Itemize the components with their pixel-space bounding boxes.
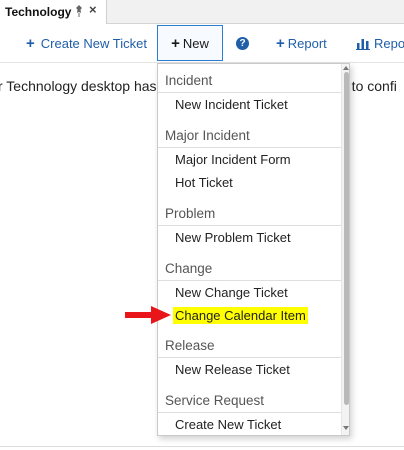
tab-strip: Technology ×	[0, 0, 404, 24]
menu-item-change-calendar-item[interactable]: Change Calendar Item	[173, 307, 308, 324]
menu-scrollbar[interactable]	[341, 64, 349, 435]
add-report-button[interactable]: + Report	[276, 25, 327, 61]
plus-icon: +	[171, 34, 180, 52]
reports-button[interactable]: Repor	[356, 25, 404, 61]
scroll-up-icon[interactable]	[343, 66, 349, 70]
menu-group-header-major-incident: Major Incident	[165, 128, 250, 143]
desktop-description-text: r Technology desktop has	[0, 78, 157, 94]
menu-item-new-problem-ticket[interactable]: New Problem Ticket	[175, 230, 291, 245]
divider	[0, 446, 404, 447]
create-new-ticket-button[interactable]: + Create New Ticket	[26, 25, 147, 61]
menu-divider	[158, 280, 341, 281]
bar-chart-icon	[356, 38, 370, 50]
menu-divider	[158, 147, 341, 148]
menu-item-new-release-ticket[interactable]: New Release Ticket	[175, 362, 290, 377]
report-label: Report	[287, 35, 327, 51]
menu-divider	[158, 412, 341, 413]
plus-icon: +	[26, 34, 35, 52]
menu-divider	[158, 92, 341, 93]
menu-group-header-change: Change	[165, 261, 213, 276]
reports-label: Repor	[374, 35, 404, 51]
toolbar: + Create New Ticket + New ? + Report Rep…	[0, 25, 404, 63]
pin-icon[interactable]	[74, 4, 84, 18]
close-icon[interactable]: ×	[89, 3, 97, 17]
new-label: New	[182, 35, 209, 51]
help-button[interactable]: ?	[236, 25, 249, 61]
scroll-down-icon[interactable]	[343, 426, 349, 430]
menu-item-new-change-ticket[interactable]: New Change Ticket	[175, 285, 288, 300]
red-arrow-icon	[125, 306, 171, 324]
plus-icon: +	[276, 34, 285, 52]
create-new-ticket-label: Create New Ticket	[40, 35, 147, 51]
new-dropdown-menu: Incident New Incident Ticket Major Incid…	[157, 63, 350, 436]
menu-divider	[158, 357, 341, 358]
menu-group-header-incident: Incident	[165, 73, 213, 88]
menu-divider	[158, 225, 341, 226]
menu-group-header-service-request: Service Request	[165, 393, 265, 408]
tab-title: Technology	[5, 5, 72, 19]
menu-item-hot-ticket[interactable]: Hot Ticket	[175, 175, 233, 190]
new-button[interactable]: + New	[157, 25, 223, 61]
menu-item-create-new-ticket[interactable]: Create New Ticket	[175, 417, 281, 432]
help-icon: ?	[236, 36, 249, 50]
scrollbar-thumb[interactable]	[344, 72, 349, 405]
tab-technology[interactable]: Technology ×	[0, 0, 107, 24]
menu-item-major-incident-form[interactable]: Major Incident Form	[175, 152, 291, 167]
menu-item-new-incident-ticket[interactable]: New Incident Ticket	[175, 97, 288, 112]
menu-group-header-problem: Problem	[165, 206, 216, 221]
menu-group-header-release: Release	[165, 338, 215, 353]
